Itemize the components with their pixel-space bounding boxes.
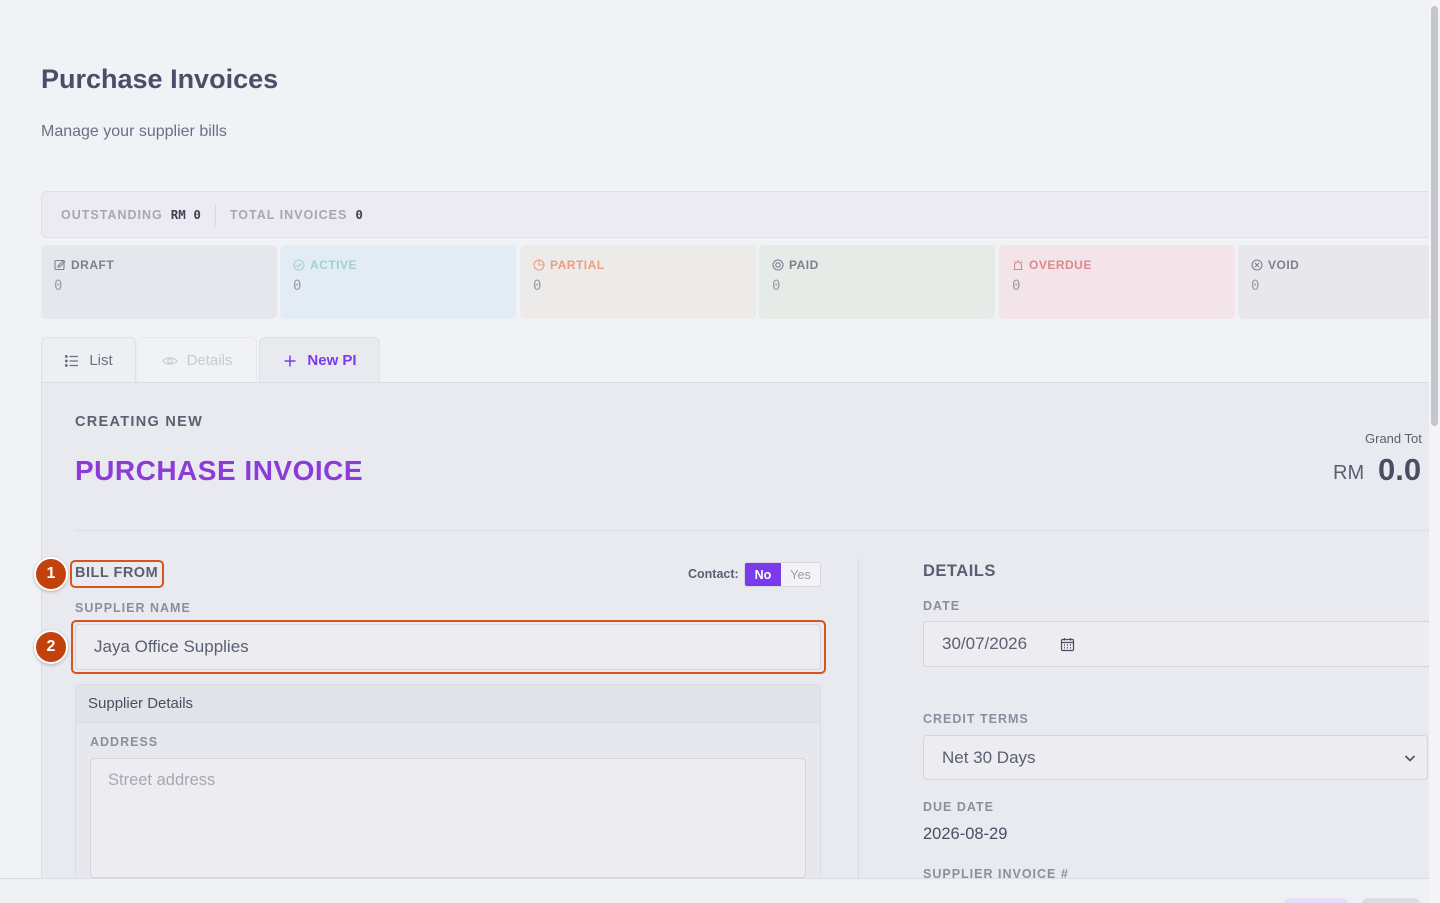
date-label: DATE	[923, 599, 961, 613]
date-input[interactable]: 30/07/2026	[923, 621, 1440, 667]
stat-label: PARTIAL	[550, 258, 605, 272]
summary-bar: OUTSTANDING RM 0 TOTAL INVOICES 0	[41, 191, 1440, 238]
tab-details[interactable]: Details	[137, 337, 257, 383]
stat-value: 0	[772, 278, 781, 294]
pie-clock-icon	[533, 259, 545, 271]
scrollbar-thumb[interactable]	[1431, 6, 1438, 426]
stat-card-paid[interactable]: PAID 0	[759, 245, 995, 319]
save-button[interactable]	[1284, 898, 1348, 903]
details-heading: DETAILS	[923, 562, 996, 580]
annotation-badge-1: 1	[34, 557, 68, 591]
contact-yes-option[interactable]: Yes	[781, 563, 820, 586]
credit-terms-label: CREDIT TERMS	[923, 712, 1029, 726]
date-value: 30/07/2026	[942, 634, 1028, 653]
tab-list-label: List	[89, 352, 113, 369]
summary-separator	[214, 203, 216, 226]
status-cards: DRAFT 0 ACTIVE 0 PARTIAL 0 PAID 0 OVERDU…	[41, 245, 1440, 319]
contact-no-option[interactable]: No	[745, 563, 781, 586]
page-title: Purchase Invoices	[41, 64, 279, 94]
plus-icon	[284, 355, 296, 366]
cancel-button[interactable]	[1362, 898, 1420, 903]
eye-icon	[161, 356, 178, 365]
address-textarea[interactable]: Street address	[90, 758, 806, 878]
total-invoices-label: TOTAL INVOICES	[229, 207, 348, 222]
stat-card-draft[interactable]: DRAFT 0	[41, 245, 277, 319]
stat-value: 0	[1251, 278, 1260, 294]
stat-label: VOID	[1268, 258, 1300, 272]
creating-label: CREATING NEW	[75, 414, 204, 430]
stat-card-void[interactable]: VOID 0	[1238, 245, 1440, 319]
total-invoices-value: 0	[355, 207, 363, 222]
grand-total-currency: RM	[1333, 462, 1365, 484]
stat-card-active[interactable]: ACTIVE 0	[280, 245, 516, 319]
tab-new-pi[interactable]: New PI	[259, 337, 380, 383]
tab-list[interactable]: List	[41, 337, 136, 383]
x-circle-icon	[1251, 259, 1263, 271]
credit-terms-value: Net 30 Days	[942, 747, 1036, 767]
credit-terms-select[interactable]: Net 30 Days	[923, 735, 1428, 780]
stat-value: 0	[1012, 278, 1021, 294]
calendar-icon[interactable]	[1060, 637, 1075, 652]
stat-label: DRAFT	[71, 258, 115, 272]
outstanding-label: OUTSTANDING	[61, 207, 163, 222]
highlight-bill-from	[70, 560, 164, 588]
supplier-name-label: SUPPLIER NAME	[75, 601, 191, 615]
edit-icon	[54, 259, 66, 271]
outstanding-value: RM 0	[170, 207, 201, 222]
annotation-badge-2: 2	[34, 630, 68, 664]
action-bar	[0, 878, 1440, 903]
grand-total-value: 0.0	[1378, 452, 1422, 487]
check-circle-icon	[293, 259, 305, 271]
grand-total-label: Grand Tot	[1365, 431, 1422, 446]
stat-label: OVERDUE	[1029, 258, 1092, 272]
stat-label: PAID	[789, 258, 819, 272]
due-date-label: DUE DATE	[923, 800, 994, 814]
target-icon	[772, 259, 784, 271]
stat-card-partial[interactable]: PARTIAL 0	[520, 245, 756, 319]
address-label: ADDRESS	[90, 735, 159, 749]
list-icon	[65, 354, 79, 367]
contact-toggle[interactable]: No Yes	[744, 562, 821, 587]
alarm-icon	[1013, 260, 1023, 271]
stat-value: 0	[54, 278, 63, 294]
header-divider	[75, 530, 1440, 531]
stat-value: 0	[533, 278, 542, 294]
supplier-details-title[interactable]: Supplier Details	[76, 685, 820, 723]
column-divider	[858, 558, 859, 903]
highlight-supplier-name	[71, 620, 826, 674]
contact-label: Contact:	[688, 567, 739, 581]
due-date-value: 2026-08-29	[923, 825, 1008, 843]
page-subtitle: Manage your supplier bills	[41, 123, 227, 140]
tab-new-pi-label: New PI	[307, 352, 357, 369]
stat-card-overdue[interactable]: OVERDUE 0	[999, 245, 1235, 319]
tab-details-label: Details	[186, 352, 233, 369]
stat-value: 0	[293, 278, 302, 294]
chevron-down-icon	[1404, 755, 1416, 762]
stat-label: ACTIVE	[310, 258, 358, 272]
document-title: PURCHASE INVOICE	[75, 455, 364, 486]
